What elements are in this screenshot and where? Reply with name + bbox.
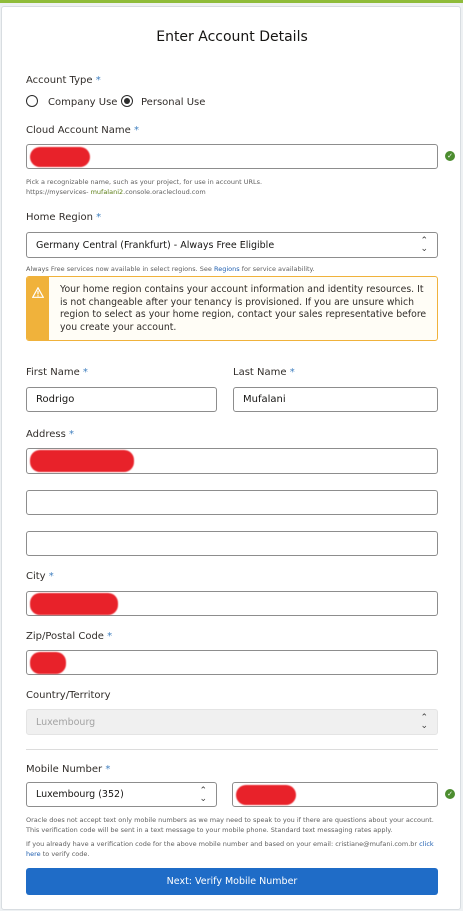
cloud-account-help: Pick a recognizable name, such as your p… (26, 178, 263, 196)
regions-link[interactable]: Regions (214, 265, 240, 273)
city-label: City * (26, 571, 54, 582)
next-verify-mobile-button[interactable]: Next: Verify Mobile Number (26, 868, 438, 895)
redacted-value (30, 592, 118, 615)
check-circle-icon: ✓ (445, 789, 455, 799)
redacted-value (30, 450, 134, 472)
account-details-form: Enter Account Details Account Type * Com… (1, 6, 461, 910)
address-label: Address * (26, 429, 75, 440)
mobile-notice: Oracle does not accept text only mobile … (26, 816, 434, 834)
divider (26, 749, 438, 750)
home-region-label: Home Region * (26, 212, 102, 223)
first-name-input[interactable]: Rodrigo (26, 387, 217, 412)
home-region-warning: Your home region contains your account i… (26, 276, 438, 341)
home-region-select[interactable]: Germany Central (Frankfurt) - Always Fre… (26, 232, 438, 258)
home-region-help: Always Free services now available in se… (26, 265, 315, 273)
chevron-up-down-icon: ⌃ ⌄ (420, 713, 428, 731)
city-input[interactable] (26, 591, 438, 616)
mobile-number-label: Mobile Number * (26, 764, 111, 775)
mobile-number-input[interactable] (232, 782, 438, 807)
radio-button-selected[interactable] (121, 95, 133, 107)
zip-input[interactable] (26, 650, 438, 675)
last-name-input[interactable]: Mufalani (233, 387, 438, 412)
radio-company-use[interactable]: Company Use (26, 94, 117, 108)
page-title: Enter Account Details (156, 29, 308, 45)
address-line2-input[interactable] (26, 490, 438, 515)
warning-text: Your home region contains your account i… (60, 284, 427, 333)
redacted-value (30, 651, 66, 674)
chevron-up-down-icon: ⌃ ⌄ (199, 785, 207, 804)
warning-triangle-icon (32, 287, 44, 298)
account-type-label: Account Type * (26, 75, 101, 86)
country-label: Country/Territory (26, 690, 111, 701)
top-accent-bar (0, 0, 463, 3)
last-name-label: Last Name * (233, 367, 295, 378)
verify-code-notice: If you already have a verification code … (26, 840, 434, 858)
first-name-label: First Name * (26, 367, 88, 378)
zip-label: Zip/Postal Code * (26, 631, 113, 642)
cloud-account-name-input[interactable] (26, 144, 438, 169)
redacted-value (30, 146, 90, 167)
radio-button[interactable] (26, 95, 38, 107)
redacted-value (236, 784, 296, 805)
address-line1-input[interactable] (26, 448, 438, 474)
country-select: Luxembourg ⌃ ⌄ (26, 709, 438, 735)
check-circle-icon: ✓ (445, 151, 455, 161)
mobile-country-code-select[interactable]: Luxembourg (352) ⌃ ⌄ (26, 782, 217, 807)
cloud-account-name-label: Cloud Account Name * (26, 125, 139, 136)
chevron-up-down-icon: ⌃ ⌄ (420, 236, 428, 254)
address-line3-input[interactable] (26, 531, 438, 556)
radio-personal-use[interactable]: Personal Use (121, 94, 205, 108)
